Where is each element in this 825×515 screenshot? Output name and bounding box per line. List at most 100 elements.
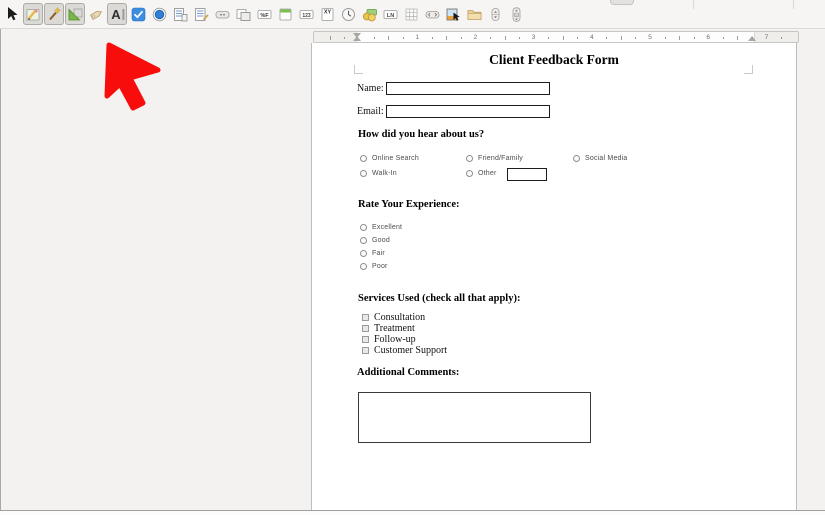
checkbox-treatment[interactable]: Treatment bbox=[362, 323, 415, 334]
radio-online-search[interactable]: Online Search bbox=[360, 155, 419, 162]
clock-icon bbox=[341, 7, 355, 21]
date-field-button[interactable] bbox=[275, 3, 295, 25]
ruler-tick bbox=[751, 37, 753, 39]
numeric-field-button[interactable]: 123 bbox=[296, 3, 316, 25]
spin-button-icon bbox=[491, 7, 499, 21]
email-label: Email: bbox=[357, 106, 384, 117]
text-box-button[interactable]: A bbox=[107, 3, 127, 25]
comments-textarea[interactable] bbox=[358, 392, 591, 443]
ruler-tick bbox=[664, 37, 666, 39]
combo-box-icon bbox=[194, 7, 209, 21]
table-control-button[interactable] bbox=[401, 3, 421, 25]
ruler-tick bbox=[606, 37, 608, 39]
scrollbar-button[interactable] bbox=[506, 3, 526, 25]
form-design-button[interactable] bbox=[65, 3, 85, 25]
ruler-tick bbox=[722, 37, 724, 39]
left-indent-marker[interactable] bbox=[353, 36, 361, 41]
image-control-icon bbox=[446, 8, 460, 21]
ruler-tick bbox=[388, 36, 390, 40]
red-pointer-arrow bbox=[104, 42, 161, 111]
pattern-field-button[interactable]: LN bbox=[380, 3, 400, 25]
set-square-icon bbox=[68, 8, 82, 20]
calendar-icon bbox=[279, 8, 291, 20]
ruler-tick bbox=[504, 36, 506, 40]
numeric-field-icon: 123 bbox=[299, 9, 313, 19]
design-mode-button[interactable] bbox=[23, 3, 43, 25]
radio-icon bbox=[573, 155, 580, 162]
form-controls-toolbar: A %F 123 XY LN bbox=[0, 0, 825, 29]
ruler-tick bbox=[620, 36, 622, 40]
formatted-field-icon: %F bbox=[257, 9, 271, 19]
window-bottom-strip bbox=[0, 511, 825, 515]
ruler-tick bbox=[344, 37, 346, 39]
checkbox-follow-up[interactable]: Follow-up bbox=[362, 334, 416, 345]
ruler-tick bbox=[329, 36, 331, 40]
checkbox-label: Treatment bbox=[374, 323, 415, 334]
image-control-button[interactable] bbox=[443, 3, 463, 25]
radio-good[interactable]: Good bbox=[360, 237, 390, 244]
tag-icon bbox=[89, 10, 102, 20]
radio-social-media[interactable]: Social Media bbox=[573, 155, 627, 162]
document-page: Client Feedback Form Name: Email: How di… bbox=[311, 43, 797, 511]
page-title: Client Feedback Form bbox=[489, 52, 619, 67]
radio-icon bbox=[466, 170, 473, 177]
radio-label: Other bbox=[478, 170, 497, 177]
ruler-tick bbox=[519, 37, 521, 39]
ruler-tick bbox=[577, 37, 579, 39]
name-label: Name: bbox=[357, 83, 384, 94]
cursor-arrow-icon bbox=[7, 6, 17, 20]
check-box-button[interactable] bbox=[128, 3, 148, 25]
radio-excellent[interactable]: Excellent bbox=[360, 224, 402, 231]
push-button-button[interactable] bbox=[212, 3, 232, 25]
svg-text:XY: XY bbox=[323, 9, 331, 15]
ruler-number: 5 bbox=[648, 34, 652, 41]
formatted-field-button[interactable]: %F bbox=[254, 3, 274, 25]
radio-walk-in[interactable]: Walk-In bbox=[360, 170, 397, 177]
checkbox-consultation[interactable]: Consultation bbox=[362, 312, 425, 323]
option-button-button[interactable] bbox=[149, 3, 169, 25]
label-field-button[interactable] bbox=[86, 3, 106, 25]
ruler-tick bbox=[679, 36, 681, 40]
radio-label: Social Media bbox=[585, 155, 628, 162]
rate-heading: Rate Your Experience: bbox=[358, 199, 460, 210]
navigation-bar-button[interactable] bbox=[422, 3, 442, 25]
other-input[interactable] bbox=[507, 168, 547, 181]
form-wizards-button[interactable] bbox=[44, 3, 64, 25]
toolbar-separator bbox=[693, 0, 694, 9]
comments-heading: Additional Comments: bbox=[357, 367, 460, 378]
name-input[interactable] bbox=[386, 82, 550, 95]
grid-icon bbox=[405, 8, 417, 20]
services-heading: Services Used (check all that apply): bbox=[358, 293, 521, 304]
radio-friend-family[interactable]: Friend/Family bbox=[466, 155, 523, 162]
push-button-icon bbox=[215, 10, 229, 18]
file-selection-button[interactable] bbox=[464, 3, 484, 25]
checkbox-icon bbox=[362, 325, 369, 332]
group-box-button[interactable]: XY bbox=[317, 3, 337, 25]
checkbox-customer-support[interactable]: Customer Support bbox=[362, 345, 447, 356]
combo-box-button[interactable] bbox=[191, 3, 211, 25]
ruler-tick bbox=[460, 37, 462, 39]
ruler-number: 4 bbox=[589, 34, 594, 41]
ruler-number: 2 bbox=[473, 34, 478, 41]
ruler-number: 1 bbox=[415, 34, 419, 41]
spin-button-button[interactable] bbox=[485, 3, 505, 25]
radio-poor[interactable]: Poor bbox=[360, 263, 388, 270]
scrollbar-icon bbox=[512, 6, 520, 22]
image-button-button[interactable] bbox=[233, 3, 253, 25]
svg-text:LN: LN bbox=[386, 12, 393, 18]
radio-other[interactable]: Other bbox=[466, 170, 497, 177]
horizontal-ruler[interactable]: 1 2 3 4 5 6 7 bbox=[313, 31, 799, 43]
select-button[interactable] bbox=[2, 3, 22, 25]
window-top-tab[interactable] bbox=[610, 0, 634, 5]
checkbox-icon bbox=[362, 336, 369, 343]
radio-fair[interactable]: Fair bbox=[360, 250, 385, 257]
time-field-button[interactable] bbox=[338, 3, 358, 25]
currency-field-button[interactable] bbox=[359, 3, 379, 25]
email-input[interactable] bbox=[386, 105, 550, 118]
ruler-tick bbox=[489, 37, 491, 39]
ruler-tick bbox=[693, 37, 695, 39]
svg-text:A: A bbox=[111, 7, 121, 22]
ruler-tick bbox=[635, 37, 637, 39]
list-box-button[interactable] bbox=[170, 3, 190, 25]
svg-text:123: 123 bbox=[302, 12, 311, 18]
